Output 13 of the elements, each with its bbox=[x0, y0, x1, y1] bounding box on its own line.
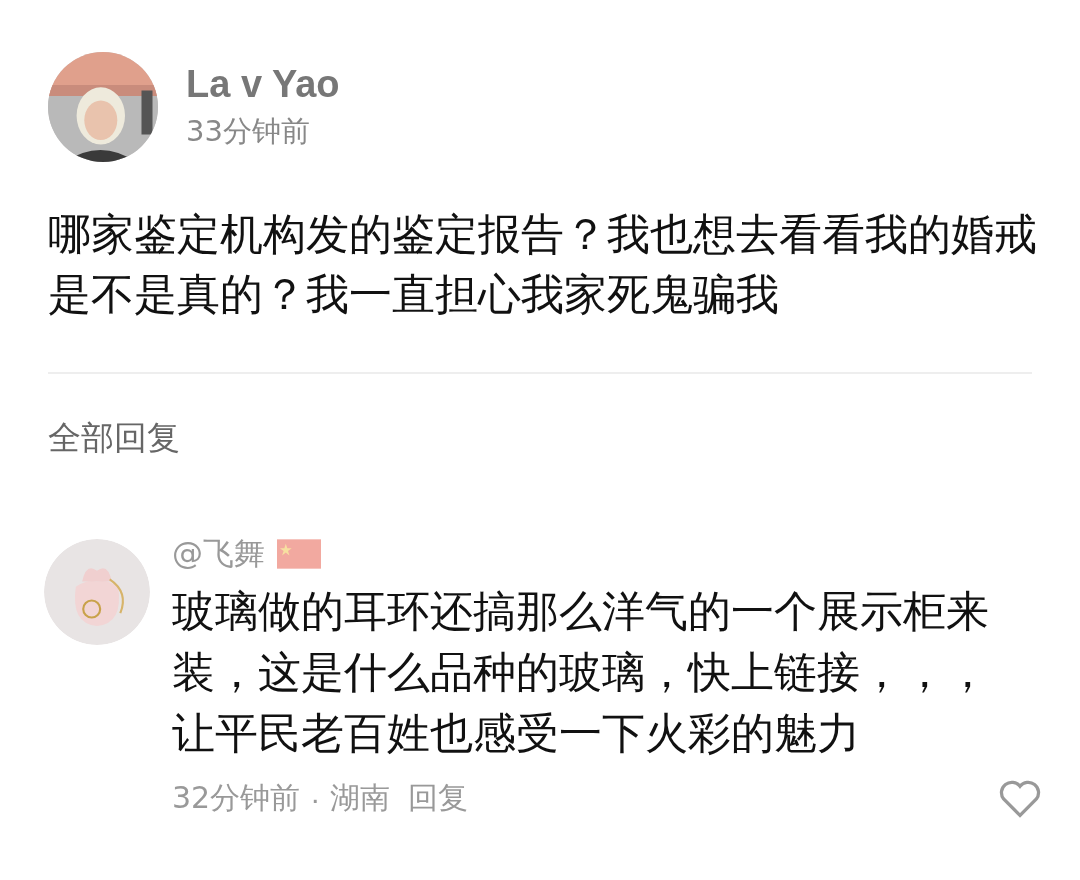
reply-author[interactable]: @飞舞 bbox=[172, 533, 265, 575]
post-text: 哪家鉴定机构发的鉴定报告？我也想去看看我的婚戒是不是真的？我一直担心我家死鬼骗我 bbox=[48, 208, 1038, 321]
flag-icon bbox=[277, 539, 321, 569]
author-name[interactable]: La v Yao bbox=[186, 62, 340, 106]
reply-location: 湖南 bbox=[330, 779, 391, 817]
reply-text: 玻璃做的耳环还搞那么洋气的一个展示柜来装，这是什么品种的玻璃，快上链接，，，让平民老百姓也感受一下火彩的魅力 bbox=[172, 585, 990, 760]
like-icon[interactable] bbox=[998, 778, 1042, 819]
replies-header: 全部回复 bbox=[48, 417, 180, 459]
separator-dot: · bbox=[310, 781, 321, 816]
pouch-avatar-icon[interactable] bbox=[44, 539, 150, 645]
post-time: 33分钟前 bbox=[186, 112, 311, 150]
reply-link[interactable]: 回复 bbox=[408, 778, 469, 819]
reply-time: 32分钟前 bbox=[172, 779, 301, 817]
